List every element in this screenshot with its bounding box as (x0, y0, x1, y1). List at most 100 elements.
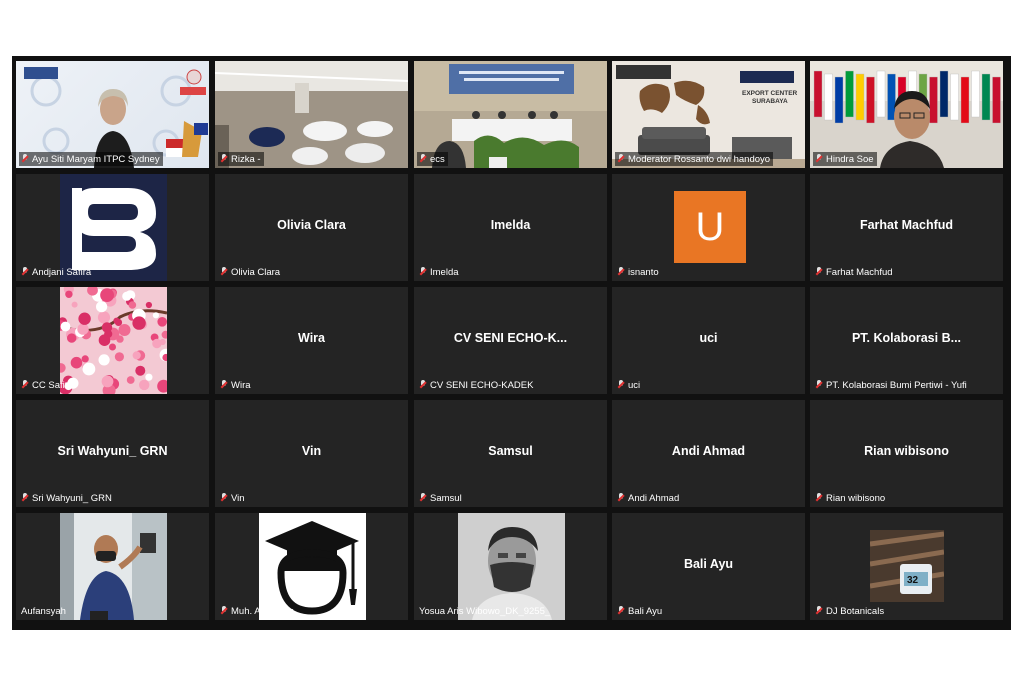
participant-tile[interactable]: ecs (414, 61, 607, 168)
participant-tile[interactable]: Vin Vin (215, 400, 408, 507)
muted-mic-icon (815, 380, 823, 390)
participant-tile[interactable]: Olivia Clara Olivia Clara (215, 174, 408, 281)
participant-tile[interactable]: Aufansyah (16, 513, 209, 620)
muted-mic-icon (21, 154, 29, 164)
participant-label: Muh. Amin Bur (218, 604, 296, 618)
muted-mic-icon (815, 154, 823, 164)
participant-label: Rizka - (218, 152, 264, 166)
profile-photo (60, 513, 167, 620)
participant-tile[interactable]: CC Safitri (16, 287, 209, 394)
participant-label: DJ Botanicals (813, 604, 887, 618)
participant-name: Imelda (430, 266, 459, 278)
video-feed: 32 (870, 530, 944, 602)
participant-tile[interactable]: Yosua Aris Wibowo_DK_9255_ (414, 513, 607, 620)
video-feed (60, 513, 167, 620)
svg-text:32: 32 (907, 575, 919, 586)
participant-tile[interactable]: Imelda Imelda (414, 174, 607, 281)
participant-label: ecs (417, 152, 448, 166)
participant-name-center: PT. Kolaborasi B... (851, 331, 962, 345)
participant-tile[interactable]: Wira Wira (215, 287, 408, 394)
muted-mic-icon (617, 606, 625, 616)
participant-label: Andi Ahmad (615, 491, 682, 505)
participant-tile[interactable]: Bali Ayu Bali Ayu (612, 513, 805, 620)
profile-photo: 32 (870, 530, 944, 602)
participant-avatar: U (674, 191, 746, 263)
participant-name-center: CV SENI ECHO-K... (453, 331, 568, 345)
participant-tile[interactable]: Samsul Samsul (414, 400, 607, 507)
participant-name: Rian wibisono (826, 492, 886, 504)
participant-label: CC Safitri (19, 378, 76, 392)
participant-label: Yosua Aris Wibowo_DK_9255_ (417, 604, 553, 618)
video-feed (60, 287, 167, 394)
participant-label: isnanto (615, 265, 662, 279)
participant-tile[interactable]: PT. Kolaborasi B... PT. Kolaborasi Bumi P… (810, 287, 1003, 394)
participant-tile[interactable]: 32 DJ Botanicals (810, 513, 1003, 620)
participant-label: Olivia Clara (218, 265, 283, 279)
participant-label: Bali Ayu (615, 604, 665, 618)
muted-mic-icon (220, 154, 228, 164)
participant-tile[interactable]: Sri Wahyuni_ GRN Sri Wahyuni_ GRN (16, 400, 209, 507)
svg-text:EXPORT CENTER: EXPORT CENTER (742, 90, 798, 97)
participant-name: Vin (231, 492, 245, 504)
participant-name-center: Samsul (488, 444, 533, 458)
participant-tile[interactable]: Muh. Amin Bur (215, 513, 408, 620)
participant-name: Ayu Siti Maryam ITPC Sydney (32, 153, 160, 165)
muted-mic-icon (815, 606, 823, 616)
participant-name: Farhat Machfud (826, 266, 893, 278)
participant-name-center: Vin (301, 444, 322, 458)
participant-name: Bali Ayu (628, 605, 663, 617)
participant-label: Imelda (417, 265, 462, 279)
participant-tile[interactable]: Uisnanto (612, 174, 805, 281)
participant-name: Muh. Amin Bur (231, 605, 294, 617)
participant-name: isnanto (628, 266, 659, 278)
participant-tile[interactable]: Farhat Machfud Farhat Machfud (810, 174, 1003, 281)
participant-name: PT. Kolaborasi Bumi Pertiwi - Yufi (826, 379, 967, 391)
muted-mic-icon (21, 380, 29, 390)
participant-label: PT. Kolaborasi Bumi Pertiwi - Yufi (813, 378, 970, 392)
participant-name: Moderator Rossanto dwi handoyo (628, 153, 771, 165)
participant-label: CV SENI ECHO-KADEK (417, 378, 536, 392)
participant-name-center: Olivia Clara (277, 218, 346, 232)
participant-name: Hindra Soe (826, 153, 874, 165)
participant-name: Wira (231, 379, 251, 391)
participant-name: Andi Ahmad (628, 492, 680, 504)
participant-label: Samsul (417, 491, 465, 505)
participant-label: Wira (218, 378, 254, 392)
participant-name-center: Wira (298, 331, 325, 345)
participant-name-center: Imelda (490, 218, 531, 232)
participant-name-center: Farhat Machfud (859, 218, 954, 232)
participant-label: Farhat Machfud (813, 265, 896, 279)
participant-tile[interactable]: Hindra Soe (810, 61, 1003, 168)
participant-tile[interactable]: Rizka - (215, 61, 408, 168)
participant-label: Andjani Safira (19, 265, 94, 279)
participant-name-center: Bali Ayu (683, 557, 734, 571)
participant-tile[interactable]: Ayu Siti Maryam ITPC Sydney (16, 61, 209, 168)
participant-tile[interactable]: Andi Ahmad Andi Ahmad (612, 400, 805, 507)
participant-label: Vin (218, 491, 248, 505)
participant-label: Aufansyah (19, 604, 69, 618)
participant-tile[interactable]: Andjani Safira (16, 174, 209, 281)
participant-name: ecs (430, 153, 445, 165)
participant-tile[interactable]: Rian wibisono Rian wibisono (810, 400, 1003, 507)
participant-tile[interactable]: EXPORT CENTER SURABAYA Moderator Rossant… (612, 61, 805, 168)
svg-text:SURABAYA: SURABAYA (752, 98, 788, 105)
participant-name: Yosua Aris Wibowo_DK_9255_ (419, 605, 551, 617)
participant-name: Sri Wahyuni_ GRN (32, 492, 112, 504)
muted-mic-icon (617, 493, 625, 503)
participant-name: CV SENI ECHO-KADEK (430, 379, 534, 391)
muted-mic-icon (419, 267, 427, 277)
participant-name: Rizka - (231, 153, 261, 165)
participant-name: CC Safitri (32, 379, 73, 391)
participant-name: Andjani Safira (32, 266, 92, 278)
participant-tile[interactable]: uci uci (612, 287, 805, 394)
participant-name: Samsul (430, 492, 462, 504)
participant-name-center: Sri Wahyuni_ GRN (57, 444, 168, 458)
participant-label: Rian wibisono (813, 491, 888, 505)
cherry-blossom-photo (60, 287, 167, 394)
participant-name-center: Rian wibisono (864, 444, 949, 458)
muted-mic-icon (419, 493, 427, 503)
muted-mic-icon (815, 267, 823, 277)
participant-tile[interactable]: CV SENI ECHO-K... CV SENI ECHO-KADEK (414, 287, 607, 394)
muted-mic-icon (220, 606, 228, 616)
muted-mic-icon (617, 380, 625, 390)
